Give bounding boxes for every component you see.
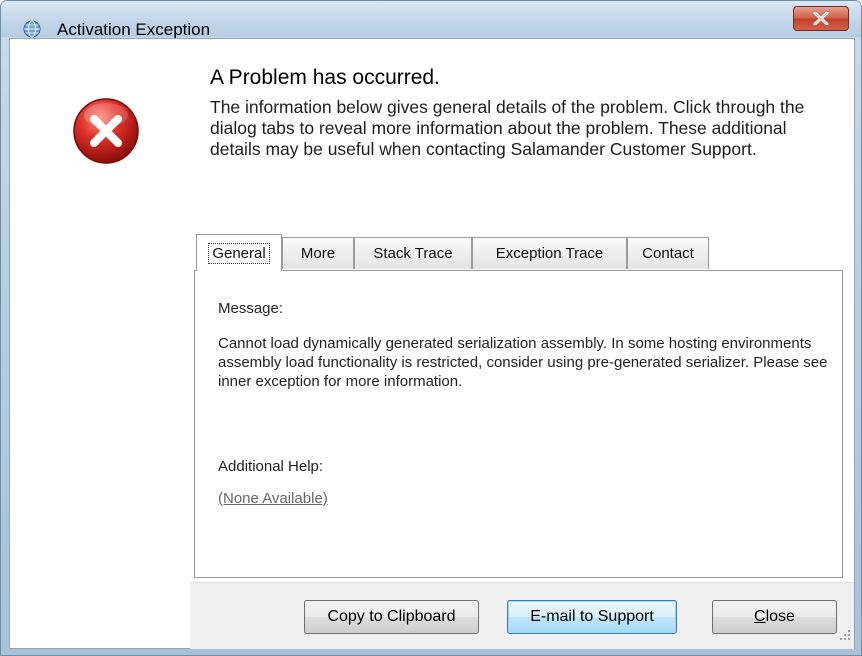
tab-more-label: More [300, 245, 336, 262]
title-bar[interactable]: Activation Exception [1, 1, 861, 39]
email-support-button[interactable]: E-mail to Support [507, 600, 677, 634]
close-label-rest: lose [765, 608, 795, 625]
error-icon [72, 97, 140, 170]
tab-general-label: General [208, 242, 270, 264]
close-x-icon [813, 12, 829, 25]
tab-stack-trace-label: Stack Trace [373, 245, 453, 262]
copy-to-clipboard-button[interactable]: Copy to Clipboard [304, 600, 479, 634]
additional-help-label: Additional Help: [218, 458, 324, 475]
tab-contact-label: Contact [642, 245, 694, 262]
general-tab-pane: Message: Cannot load dynamically generat… [194, 270, 843, 578]
error-intro-text: The information below gives general deta… [210, 97, 805, 159]
tab-general[interactable]: General [196, 234, 282, 271]
tab-contact[interactable]: Contact [627, 237, 709, 269]
help-link[interactable]: (None Available) [218, 490, 328, 507]
resize-grip-icon[interactable] [839, 628, 851, 646]
message-text: Cannot load dynamically generated serial… [218, 335, 828, 390]
globe-icon [23, 20, 41, 38]
message-label: Message: [218, 300, 284, 317]
window-close-button[interactable] [793, 6, 849, 31]
close-button[interactable]: Close [712, 600, 837, 634]
main-panel: A Problem has occurred. The information … [190, 39, 854, 582]
side-panel [10, 39, 190, 648]
dialog-client-area: A Problem has occurred. The information … [9, 38, 855, 649]
error-headline: A Problem has occurred. [210, 66, 440, 89]
tab-exception-trace[interactable]: Exception Trace [472, 237, 627, 269]
dialog-window: Activation Exception A Problem has occur… [0, 0, 862, 656]
button-bar: Copy to Clipboard E-mail to Support Clos… [190, 582, 854, 649]
tab-exception-trace-label: Exception Trace [495, 245, 604, 262]
tab-more[interactable]: More [282, 237, 354, 269]
window-title: Activation Exception [57, 20, 211, 39]
tab-stack-trace[interactable]: Stack Trace [354, 237, 472, 269]
close-mnemonic: C [754, 608, 766, 625]
